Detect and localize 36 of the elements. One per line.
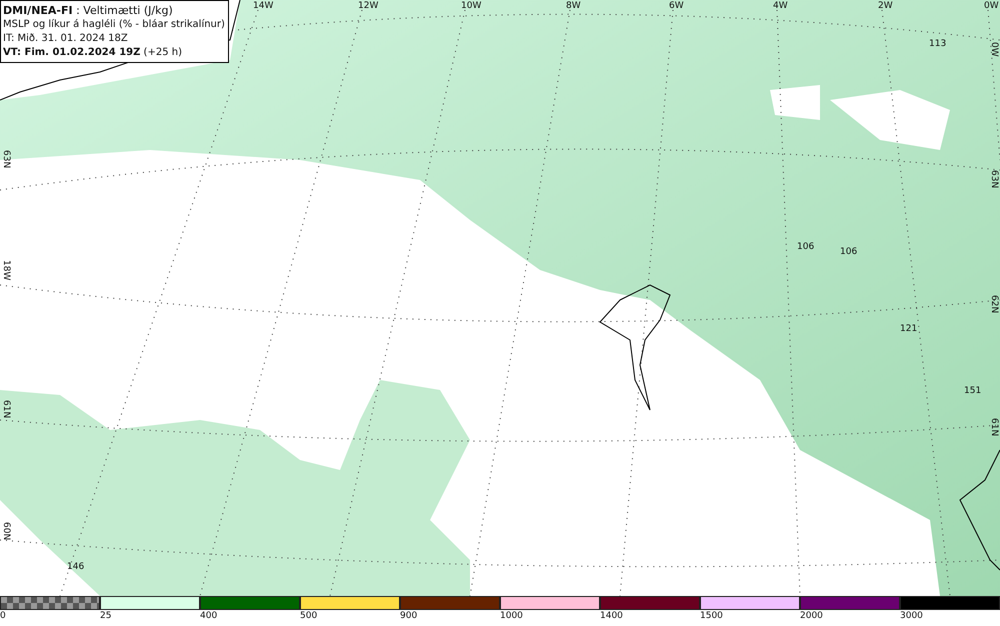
title-line: IT: Mið. 31. 01. 2024 18Z (3, 32, 129, 45)
value-label: 113 (929, 40, 946, 49)
grid-label: 61N (1, 400, 10, 418)
grid-label: 0W (989, 42, 998, 57)
legend-label: 500 (300, 610, 318, 621)
legend-label: 2000 (800, 610, 823, 621)
value-label: 121 (900, 325, 918, 334)
title-line: DMI/NEA-FI : Veltimætti (J/kg) (3, 4, 174, 17)
title-line: MSLP og líkur á hagléli (% - bláar strikalínur) (3, 18, 226, 31)
grid-label: 10W (461, 2, 482, 11)
grid-label: 4W (773, 2, 788, 11)
legend-label: 0 (0, 610, 6, 621)
grid-label: 62N (989, 295, 998, 314)
grid-label: 0W (984, 2, 999, 11)
legend-label: 3000 (900, 610, 923, 621)
legend-label: 1500 (700, 610, 723, 621)
legend-label: 900 (400, 610, 418, 621)
grid-label: 2W (878, 2, 893, 11)
grid-label: 14W (253, 2, 274, 11)
grid-label: 63N (989, 170, 998, 188)
value-label: 151 (964, 387, 982, 396)
legend-label: 1000 (500, 610, 523, 621)
grid-label: 8W (566, 2, 581, 11)
grid-label: 60N (1, 522, 10, 540)
legend-label: 400 (200, 610, 218, 621)
legend-label: 1400 (600, 610, 623, 621)
grid-label: 18W (1, 260, 10, 280)
grid-label: 61N (989, 418, 998, 436)
legend-label: 25 (100, 610, 112, 621)
grid-label: 6W (669, 2, 684, 11)
value-label: 146 (67, 563, 84, 572)
grid-label: 12W (358, 2, 378, 11)
title-line: VT: Fim. 01.02.2024 19Z (+25 h) (3, 46, 183, 59)
grid-label: 63N (1, 150, 10, 168)
value-label: 106 (840, 248, 858, 257)
value-label: 106 (797, 243, 814, 252)
